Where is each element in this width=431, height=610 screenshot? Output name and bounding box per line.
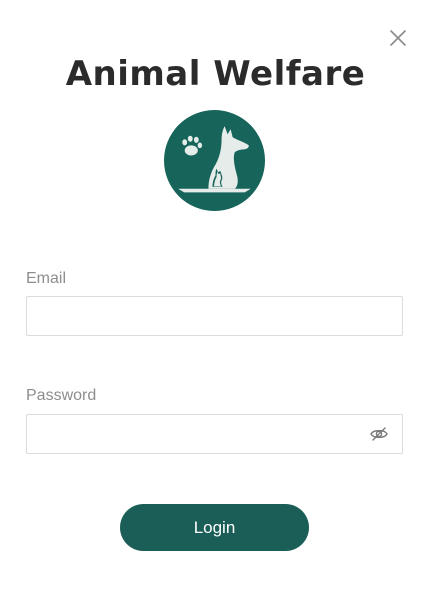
login-button[interactable]: Login	[120, 504, 309, 551]
login-dialog: Animal Welfare Email Password Login	[0, 0, 431, 610]
password-visibility-toggle[interactable]	[369, 424, 389, 444]
password-field[interactable]	[26, 414, 403, 454]
eye-slash-icon	[370, 427, 388, 441]
email-field[interactable]	[26, 296, 403, 336]
close-button[interactable]	[386, 26, 410, 50]
email-label: Email	[26, 270, 67, 287]
animal-welfare-logo-icon	[164, 110, 265, 211]
close-icon	[390, 30, 406, 46]
dialog-title: Animal Welfare	[65, 54, 366, 94]
password-label: Password	[26, 387, 97, 404]
